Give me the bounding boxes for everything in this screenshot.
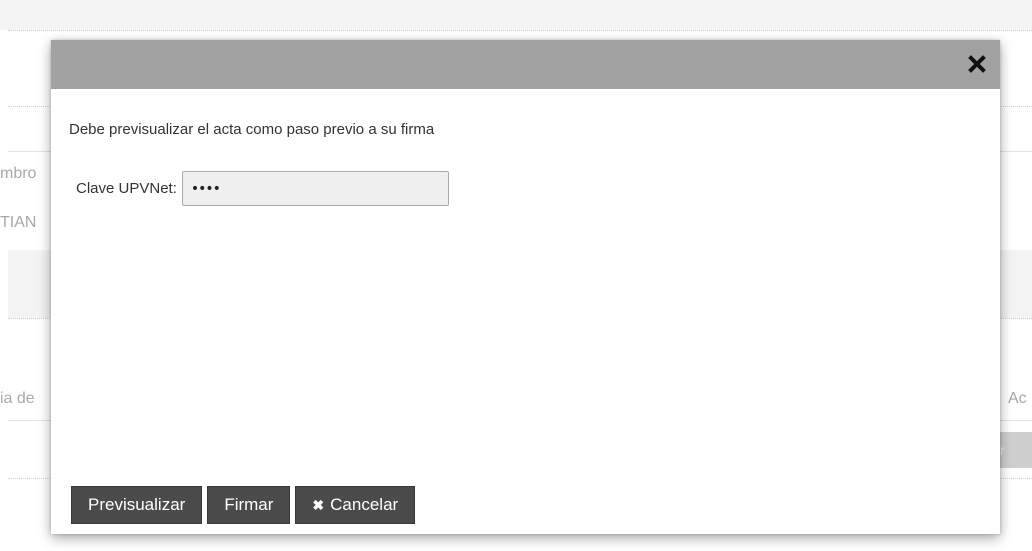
password-label: Clave UPVNet: (76, 180, 177, 197)
background-divider (8, 30, 1032, 31)
background-top-bar (0, 0, 1032, 30)
dialog-button-row: Previsualizar Firmar ✖ Cancelar (71, 486, 420, 524)
close-icon[interactable] (966, 53, 988, 75)
background-side-button-glyph: r (1000, 442, 1005, 458)
sign-button-label: Firmar (224, 495, 274, 514)
password-input[interactable] (181, 171, 449, 206)
background-side-button: r (996, 432, 1032, 468)
password-field-row: Clave UPVNet: (76, 171, 449, 206)
sign-dialog: Debe previsualizar el acta como paso pre… (51, 40, 1000, 534)
dialog-title-bar (51, 40, 1000, 89)
background-text-fragment: ia de (0, 390, 35, 407)
background-text-fragment: mbro (0, 165, 37, 182)
dialog-message: Debe previsualizar el acta como paso pre… (69, 121, 435, 138)
close-icon: ✖ (312, 496, 325, 513)
preview-button-label: Previsualizar (88, 495, 186, 514)
sign-button[interactable]: Firmar (207, 486, 291, 524)
preview-button[interactable]: Previsualizar (71, 486, 203, 524)
background-text-fragment: TIAN (0, 214, 37, 231)
cancel-button[interactable]: ✖ Cancelar (295, 486, 416, 524)
background-text-fragment: Ac (1008, 390, 1027, 407)
cancel-button-label: Cancelar (330, 495, 399, 514)
